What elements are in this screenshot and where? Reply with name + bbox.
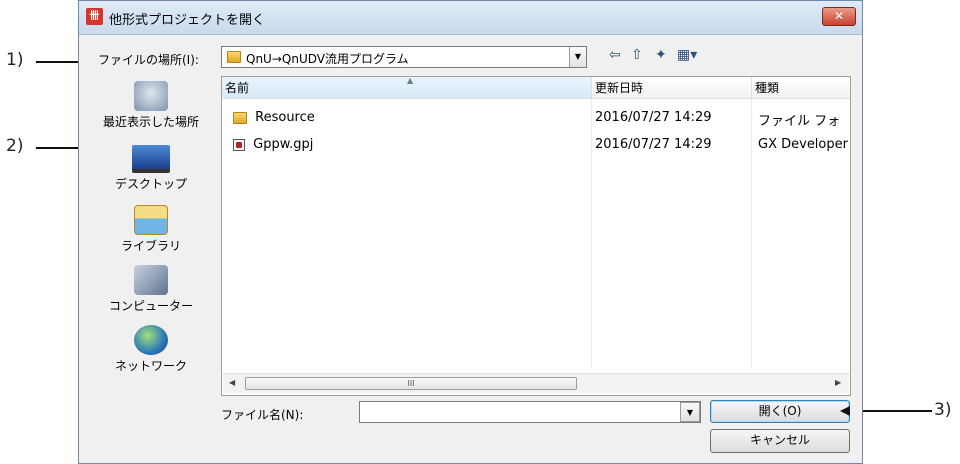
new-folder-icon[interactable]: ✦	[655, 47, 667, 63]
place-library-label: ライブラリ	[120, 239, 181, 253]
view-menu-icon[interactable]: ▦▾	[677, 47, 697, 63]
place-network[interactable]: ネットワーク	[83, 325, 219, 374]
library-icon	[134, 205, 168, 235]
callout-3: 3)	[934, 400, 952, 420]
lookin-dropdown-button[interactable]: ▼	[569, 47, 586, 67]
file-modified: 2016/07/27 14:29	[595, 137, 712, 152]
title-bar: 卌 他形式プロジェクトを開く ✕	[79, 1, 862, 35]
network-icon	[134, 325, 168, 355]
callout-3-arrow	[840, 406, 850, 416]
file-name: Gppw.gpj	[253, 137, 314, 152]
file-cell-name: Gppw.gpj	[233, 137, 313, 152]
desktop-icon	[132, 145, 170, 173]
places-bar: 最近表示した場所 デスクトップ ライブラリ コンピューター ネットワーク	[83, 75, 219, 379]
gpj-file-icon	[233, 138, 245, 151]
column-modified-label: 更新日時	[595, 81, 644, 95]
lookin-combobox[interactable]: QnU→QnUDV流用プログラム ▼	[221, 46, 587, 68]
file-modified: 2016/07/27 14:29	[595, 110, 712, 125]
column-header-type[interactable]: 種類	[752, 77, 850, 99]
filetype-dropdown-button[interactable]: ▼	[677, 402, 700, 422]
file-cell-name: Resource	[233, 110, 315, 125]
column-header-name[interactable]: ▲ 名前	[222, 76, 592, 99]
scroll-right-icon[interactable]: ▶	[835, 378, 841, 387]
open-project-dialog: 卌 他形式プロジェクトを開く ✕ ファイルの場所(I): QnU→QnUDV流用…	[78, 0, 863, 464]
up-folder-icon[interactable]: ⇧	[631, 47, 643, 63]
scroll-left-icon[interactable]: ◀	[229, 378, 235, 387]
file-list[interactable]: ▲ 名前 更新日時 種類 Resource 2016/07/27 14:29 フ…	[221, 76, 851, 396]
column-type-label: 種類	[755, 81, 780, 95]
file-name: Resource	[255, 110, 315, 125]
folder-icon	[233, 111, 247, 124]
place-desktop-label: デスクトップ	[114, 177, 187, 191]
place-library[interactable]: ライブラリ	[83, 205, 219, 254]
callout-1: 1)	[6, 50, 24, 70]
callout-2: 2)	[6, 136, 24, 156]
file-type: GX Developer	[758, 137, 848, 152]
app-icon: 卌	[86, 8, 103, 25]
file-row-resource[interactable]: Resource 2016/07/27 14:29 ファイル フォ	[222, 108, 850, 129]
computer-icon	[134, 265, 168, 295]
column-header-modified[interactable]: 更新日時	[592, 77, 752, 99]
file-type: ファイル フォ	[758, 114, 841, 129]
back-icon[interactable]: ⇦	[609, 47, 621, 63]
scroll-thumb[interactable]: III	[245, 377, 577, 390]
open-button[interactable]: 開く(O)	[710, 400, 850, 423]
folder-icon	[227, 51, 241, 63]
place-desktop[interactable]: デスクトップ	[83, 145, 219, 192]
callout-3-line	[852, 410, 932, 412]
column-name-label: 名前	[225, 81, 250, 95]
place-network-label: ネットワーク	[114, 359, 187, 373]
place-recent-label: 最近表示した場所	[102, 115, 199, 129]
horizontal-scrollbar[interactable]: ◀ III ▶	[223, 373, 849, 393]
file-row-gppw[interactable]: Gppw.gpj 2016/07/27 14:29 GX Developer	[222, 135, 850, 155]
place-recent[interactable]: 最近表示した場所	[83, 81, 219, 130]
lookin-label: ファイルの場所(I):	[98, 53, 199, 67]
cancel-button[interactable]: キャンセル	[710, 429, 850, 453]
place-computer-label: コンピューター	[108, 299, 193, 313]
place-computer[interactable]: コンピューター	[83, 265, 219, 314]
sort-ascending-icon: ▲	[407, 76, 414, 85]
recent-places-icon	[134, 81, 168, 111]
filename-label: ファイル名(N):	[221, 408, 304, 422]
lookin-value: QnU→QnUDV流用プログラム	[246, 52, 409, 66]
filename-dropdown-icon[interactable]: ▼	[680, 402, 700, 422]
close-button[interactable]: ✕	[822, 7, 856, 26]
dialog-title: 他形式プロジェクトを開く	[109, 13, 266, 28]
filename-input[interactable]	[359, 401, 701, 423]
